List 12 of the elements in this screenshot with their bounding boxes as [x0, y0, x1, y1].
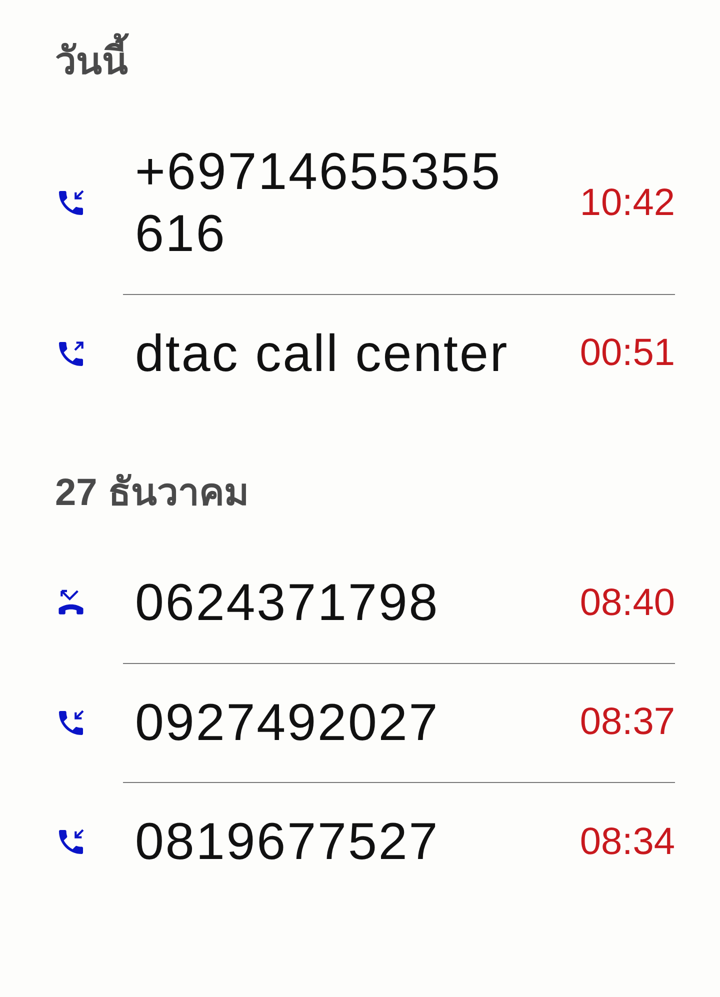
call-time: 08:34: [580, 820, 675, 864]
call-time: 10:42: [580, 182, 675, 225]
call-time: 08:37: [580, 701, 675, 744]
section-header: วันนี้: [0, 0, 720, 113]
caller-name[interactable]: dtac call center: [135, 322, 530, 386]
section-header: 27 ธันวาคม: [54, 471, 250, 516]
caller-name[interactable]: +69714655355616: [135, 141, 530, 266]
caller-name[interactable]: 0927492027: [135, 692, 530, 754]
call-time: 08:40: [580, 582, 675, 625]
caller-name[interactable]: 0819677527: [135, 810, 530, 874]
caller-name[interactable]: 0624371798: [135, 572, 530, 635]
call-time: 00:51: [580, 332, 675, 376]
